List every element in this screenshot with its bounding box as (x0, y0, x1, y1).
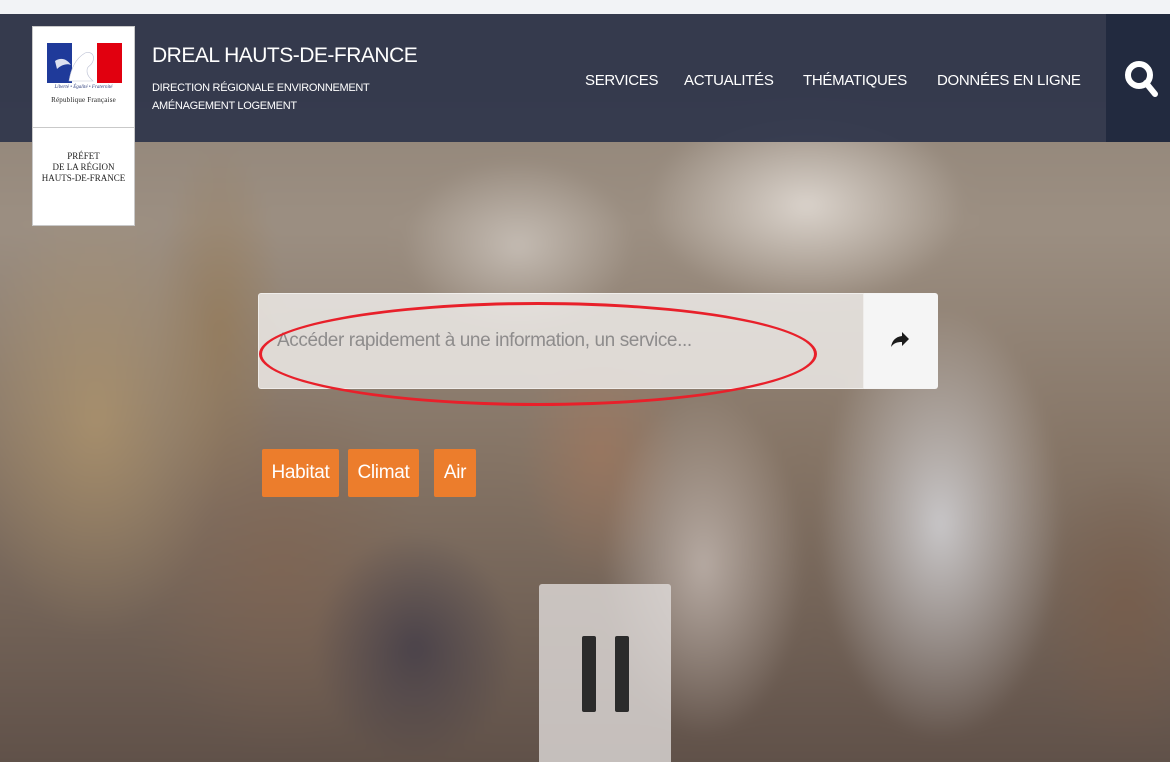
quick-search-input[interactable] (258, 293, 864, 389)
republic-motto: Liberté • Égalité • Fraternité (54, 85, 113, 90)
prefet-line-1: PRÉFET (67, 151, 100, 161)
nav-item-services[interactable]: SERVICES (585, 72, 658, 89)
site-title[interactable]: DREAL HAUTS-DE-FRANCE (152, 44, 418, 68)
site-subtitle-line-1: DIRECTION RÉGIONALE ENVIRONNEMENT (152, 82, 370, 94)
share-arrow-icon (891, 332, 909, 347)
tag-climat[interactable]: Climat (348, 449, 419, 497)
nav-item-donnees-en-ligne[interactable]: DONNÉES EN LIGNE (937, 72, 1081, 89)
nav-item-actualites[interactable]: ACTUALITÉS (684, 72, 774, 89)
logo-divider (33, 127, 134, 128)
tag-air[interactable]: Air (434, 449, 476, 497)
republique-francaise-label: République Française (51, 96, 116, 104)
quick-search-submit-button[interactable] (864, 293, 938, 389)
header-top-strip (0, 0, 1170, 14)
quick-search-form (258, 293, 938, 389)
tag-habitat[interactable]: Habitat (262, 449, 339, 497)
pause-icon (582, 636, 596, 712)
pause-icon-bar-2 (615, 636, 629, 712)
prefet-line-3: HAUTS-DE-FRANCE (41, 173, 126, 183)
slideshow-pause-button[interactable] (539, 584, 671, 762)
prefecture-logo[interactable]: Liberté • Égalité • Fraternité Républiqu… (32, 26, 135, 226)
prefet-line-2: DE LA RÉGION (52, 162, 115, 172)
search-icon (1125, 61, 1158, 97)
header-search-button[interactable] (1106, 14, 1170, 142)
nav-item-thematiques[interactable]: THÉMATIQUES (803, 72, 907, 89)
marianne-flag-logo (47, 43, 122, 83)
site-subtitle-line-2: AMÉNAGEMENT LOGEMENT (152, 100, 297, 112)
prefet-label: PRÉFET DE LA RÉGION HAUTS-DE-FRANCE (33, 151, 134, 184)
site-subtitle: DIRECTION RÉGIONALE ENVIRONNEMENT AMÉNAG… (152, 79, 370, 115)
site-header: DREAL HAUTS-DE-FRANCE DIRECTION RÉGIONAL… (0, 14, 1170, 142)
